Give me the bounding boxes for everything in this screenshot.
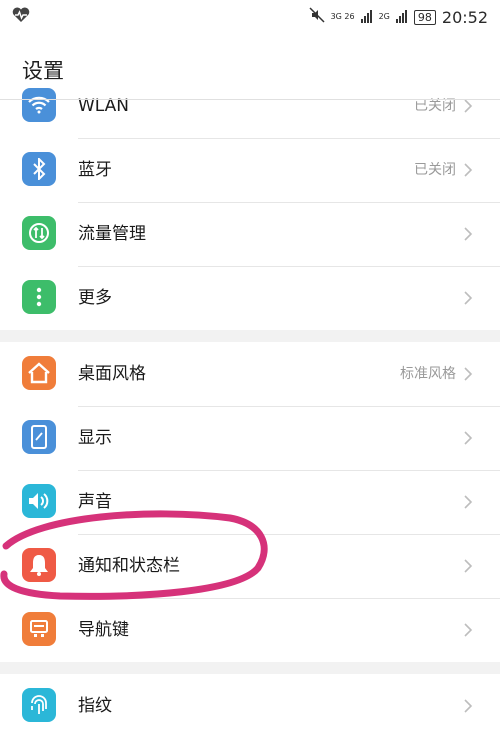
chevron-right-icon bbox=[464, 495, 473, 509]
settings-item-bluetooth[interactable]: 蓝牙 已关闭 bbox=[0, 138, 500, 202]
settings-item-label: WLAN bbox=[78, 96, 130, 116]
mute-icon bbox=[309, 7, 325, 27]
chevron-right-icon bbox=[464, 367, 473, 381]
settings-item-notifications[interactable]: 通知和状态栏 bbox=[0, 534, 500, 598]
wifi-icon bbox=[22, 88, 56, 122]
battery-indicator: 98 bbox=[413, 9, 436, 25]
settings-item-more[interactable]: 更多 bbox=[0, 266, 500, 330]
settings-item-label: 指纹 bbox=[78, 696, 112, 716]
network-3g-label: 3G 26 bbox=[330, 12, 355, 21]
settings-item-wlan[interactable]: WLAN 已关闭 bbox=[0, 74, 500, 138]
navigation-key-icon bbox=[22, 612, 56, 646]
chevron-right-icon bbox=[464, 559, 473, 573]
settings-item-fingerprint[interactable]: 指纹 bbox=[0, 674, 500, 738]
chevron-right-icon bbox=[464, 99, 473, 113]
display-icon bbox=[22, 420, 56, 454]
chevron-right-icon bbox=[464, 623, 473, 637]
chevron-right-icon bbox=[464, 227, 473, 241]
more-icon bbox=[22, 280, 56, 314]
header-divider bbox=[0, 99, 500, 100]
data-usage-icon bbox=[22, 216, 56, 250]
status-bar: 3G 26 2G 98 20:52 bbox=[0, 0, 500, 34]
signal-icon-2 bbox=[395, 8, 408, 27]
settings-item-label: 导航键 bbox=[78, 620, 129, 640]
settings-item-navigation-key[interactable]: 导航键 bbox=[0, 598, 500, 662]
section-gap bbox=[0, 662, 500, 674]
fingerprint-icon bbox=[22, 688, 56, 722]
notification-icon bbox=[22, 548, 56, 582]
sound-icon bbox=[22, 484, 56, 518]
chevron-right-icon bbox=[464, 163, 473, 177]
settings-item-label: 流量管理 bbox=[78, 224, 146, 244]
bluetooth-icon bbox=[22, 152, 56, 186]
chevron-right-icon bbox=[464, 699, 473, 713]
settings-item-home-style[interactable]: 桌面风格 标准风格 bbox=[0, 342, 500, 406]
chevron-right-icon bbox=[464, 291, 473, 305]
settings-item-display[interactable]: 显示 bbox=[0, 406, 500, 470]
chevron-right-icon bbox=[464, 431, 473, 445]
section-gap bbox=[0, 330, 500, 342]
settings-item-data-usage[interactable]: 流量管理 bbox=[0, 202, 500, 266]
network-2g-label: 2G bbox=[378, 12, 390, 21]
settings-item-value: 已关闭 bbox=[414, 162, 456, 178]
clock: 20:52 bbox=[441, 7, 488, 27]
settings-item-label: 通知和状态栏 bbox=[78, 556, 180, 576]
settings-item-sound[interactable]: 声音 bbox=[0, 470, 500, 534]
settings-item-label: 声音 bbox=[78, 492, 112, 512]
home-icon bbox=[22, 356, 56, 390]
signal-icon bbox=[360, 8, 373, 27]
settings-item-label: 桌面风格 bbox=[78, 364, 146, 384]
settings-item-label: 更多 bbox=[78, 288, 112, 308]
settings-item-value: 已关闭 bbox=[414, 98, 456, 114]
settings-item-label: 显示 bbox=[78, 428, 112, 448]
settings-item-label: 蓝牙 bbox=[78, 160, 112, 180]
heart-rate-icon bbox=[12, 7, 30, 27]
settings-item-value: 标准风格 bbox=[400, 366, 456, 382]
